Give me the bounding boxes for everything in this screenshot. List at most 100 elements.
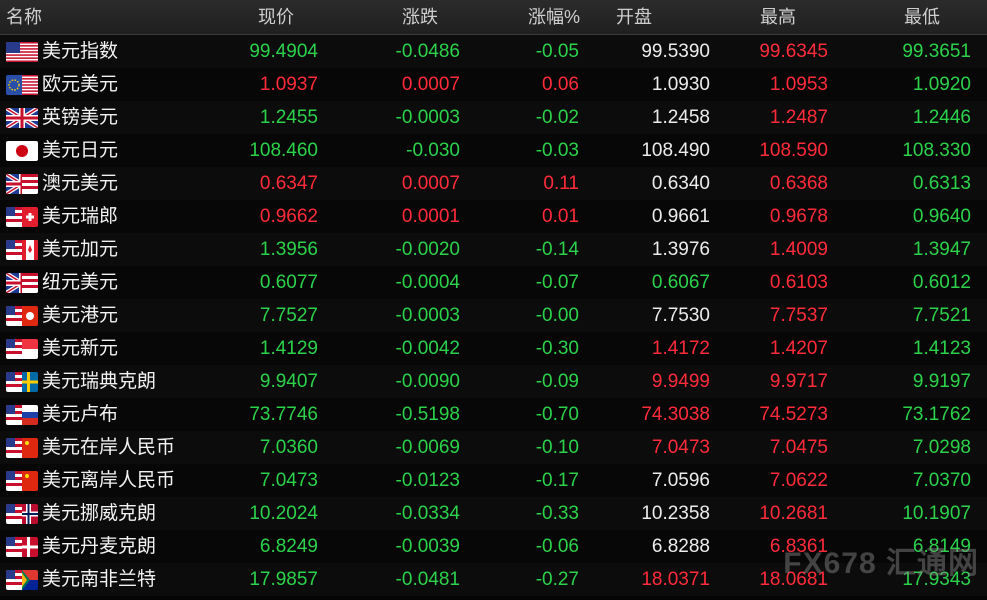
table-row[interactable]: 欧元美元 1.0937 0.0007 0.06 1.0930 1.0953 1.0920	[0, 68, 987, 101]
change-cell: -0.0020	[395, 239, 460, 260]
price-cell: 1.0937	[259, 74, 318, 95]
header-change-pct[interactable]: 涨幅%	[528, 0, 580, 34]
table-row[interactable]: 美元瑞典克朗 9.9407 -0.0090 -0.09 9.9499 9.9717 9.91…	[0, 365, 987, 398]
high-cell: 7.0622	[769, 470, 828, 491]
header-name[interactable]: 名称	[6, 0, 42, 34]
table-row[interactable]: 美元指数 99.4904 -0.0486 -0.05 99.5390 99.6345 99.…	[0, 35, 987, 68]
price-cell: 1.2455	[259, 107, 318, 128]
table-row[interactable]: 美元瑞郎 0.9662 0.0001 0.01 0.9661 0.9678 0.9640	[0, 200, 987, 233]
change-pct-cell: -0.30	[535, 338, 579, 359]
high-cell: 1.4207	[769, 338, 828, 359]
change-pct-cell: -0.17	[535, 470, 579, 491]
us-flag-icon	[6, 42, 38, 62]
ch-flag-icon	[6, 207, 38, 227]
open-cell: 1.0930	[651, 74, 710, 95]
hk-flag-icon	[6, 306, 38, 326]
table-row[interactable]: 美元南非兰特 17.9857 -0.0481 -0.27 18.0371 18.0681 1…	[0, 563, 987, 596]
high-cell: 9.9717	[769, 371, 828, 392]
table-row[interactable]: 英镑美元 1.2455 -0.0003 -0.02 1.2458 1.2487 1.2446	[0, 101, 987, 134]
pair-name: 美元日元	[42, 140, 119, 161]
change-cell: 0.0007	[401, 173, 460, 194]
price-cell: 10.2024	[249, 503, 318, 524]
table-row[interactable]: 美元卢布 73.7746 -0.5198 -0.70 74.3038 74.5273 73.…	[0, 398, 987, 431]
open-cell: 10.2358	[641, 503, 710, 524]
dk-flag-icon	[6, 537, 38, 557]
change-pct-cell: -0.33	[535, 503, 579, 524]
open-cell: 7.0596	[651, 470, 710, 491]
change-cell: -0.0334	[395, 503, 460, 524]
change-pct-cell: -0.10	[535, 437, 579, 458]
ru-flag-icon	[6, 405, 38, 425]
open-cell: 99.5390	[641, 41, 710, 62]
change-cell: -0.0003	[395, 107, 460, 128]
au-flag-icon	[6, 174, 38, 194]
open-cell: 7.7530	[651, 305, 710, 326]
change-pct-cell: -0.09	[535, 371, 579, 392]
cn-flag-icon	[6, 471, 38, 491]
table-row[interactable]: 美元在岸人民币 7.0360 -0.0069 -0.10 7.0473 7.0475 7.0…	[0, 431, 987, 464]
pair-name: 美元加元	[42, 239, 119, 260]
jp-flag-icon	[6, 141, 38, 161]
change-cell: -0.0004	[395, 272, 460, 293]
table-row[interactable]: 美元加元 1.3956 -0.0020 -0.14 1.3976 1.4009 1.3947	[0, 233, 987, 266]
price-cell: 99.4904	[249, 41, 318, 62]
ca-flag-icon	[6, 240, 38, 260]
quote-rows: 美元指数 99.4904 -0.0486 -0.05 99.5390 99.6345 99.…	[0, 35, 987, 600]
table-row[interactable]: 美元日元 108.460 -0.030 -0.03 108.490 108.590 108.…	[0, 134, 987, 167]
table-row[interactable]: 美元离岸人民币 7.0473 -0.0123 -0.17 7.0596 7.0622 7.0…	[0, 464, 987, 497]
price-cell: 108.460	[249, 140, 318, 161]
open-cell: 1.3976	[651, 239, 710, 260]
table-row[interactable]: 美元新元 1.4129 -0.0042 -0.30 1.4172 1.4207 1.4123	[0, 332, 987, 365]
pair-name: 美元南非兰特	[42, 569, 157, 590]
low-cell: 0.6012	[912, 272, 971, 293]
table-row[interactable]: 美元港元 7.7527 -0.0003 -0.00 7.7530 7.7537 7.7521	[0, 299, 987, 332]
price-cell: 17.9857	[249, 569, 318, 590]
change-pct-cell: -0.05	[535, 41, 579, 62]
header-price[interactable]: 现价	[258, 0, 294, 34]
open-cell: 108.490	[641, 140, 710, 161]
high-cell: 7.7537	[769, 305, 828, 326]
open-cell: 74.3038	[641, 404, 710, 425]
pair-name: 美元卢布	[42, 404, 119, 425]
change-pct-cell: 0.11	[543, 173, 579, 194]
table-row[interactable]: 美元挪威克朗 10.2024 -0.0334 -0.33 10.2358 10.2681 1…	[0, 497, 987, 530]
change-cell: -0.030	[406, 140, 460, 161]
pair-name: 美元挪威克朗	[42, 503, 157, 524]
open-cell: 1.2458	[651, 107, 710, 128]
header-low[interactable]: 最低	[904, 0, 940, 34]
change-pct-cell: 0.06	[542, 74, 579, 95]
low-cell: 1.0920	[912, 74, 971, 95]
price-cell: 1.4129	[259, 338, 318, 359]
low-cell: 6.8149	[912, 536, 971, 557]
cn-flag-icon	[6, 438, 38, 458]
price-cell: 9.9407	[259, 371, 318, 392]
change-pct-cell: -0.27	[535, 569, 579, 590]
change-cell: -0.0069	[395, 437, 460, 458]
quote-board: 名称 现价 涨跌 涨幅% 开盘 最高 最低 美元指数 99.4904 -0.0486…	[0, 0, 987, 600]
eu-flag-icon	[6, 75, 38, 95]
low-cell: 73.1762	[902, 404, 971, 425]
price-cell: 0.6077	[259, 272, 318, 293]
header-high[interactable]: 最高	[760, 0, 796, 34]
uk-flag-icon	[6, 108, 38, 128]
header-open[interactable]: 开盘	[616, 0, 652, 34]
low-cell: 0.9640	[912, 206, 971, 227]
high-cell: 7.0475	[769, 437, 828, 458]
change-pct-cell: -0.03	[535, 140, 579, 161]
low-cell: 7.7521	[912, 305, 971, 326]
se-flag-icon	[6, 372, 38, 392]
change-pct-cell: -0.00	[535, 305, 579, 326]
table-row[interactable]: 澳元美元 0.6347 0.0007 0.11 0.6340 0.6368 0.6313	[0, 167, 987, 200]
low-cell: 0.6313	[912, 173, 971, 194]
low-cell: 9.9197	[912, 371, 971, 392]
low-cell: 17.9343	[902, 569, 971, 590]
table-row[interactable]: 美元丹麦克朗 6.8249 -0.0039 -0.06 6.8288 6.8361 6.81…	[0, 530, 987, 563]
header-change[interactable]: 涨跌	[402, 0, 438, 34]
pair-name: 英镑美元	[42, 107, 119, 128]
price-cell: 7.0473	[259, 470, 318, 491]
open-cell: 1.4172	[651, 338, 710, 359]
change-pct-cell: 0.01	[542, 206, 579, 227]
table-row[interactable]: 纽元美元 0.6077 -0.0004 -0.07 0.6067 0.6103 0.6012	[0, 266, 987, 299]
high-cell: 0.9678	[769, 206, 828, 227]
low-cell: 7.0370	[912, 470, 971, 491]
